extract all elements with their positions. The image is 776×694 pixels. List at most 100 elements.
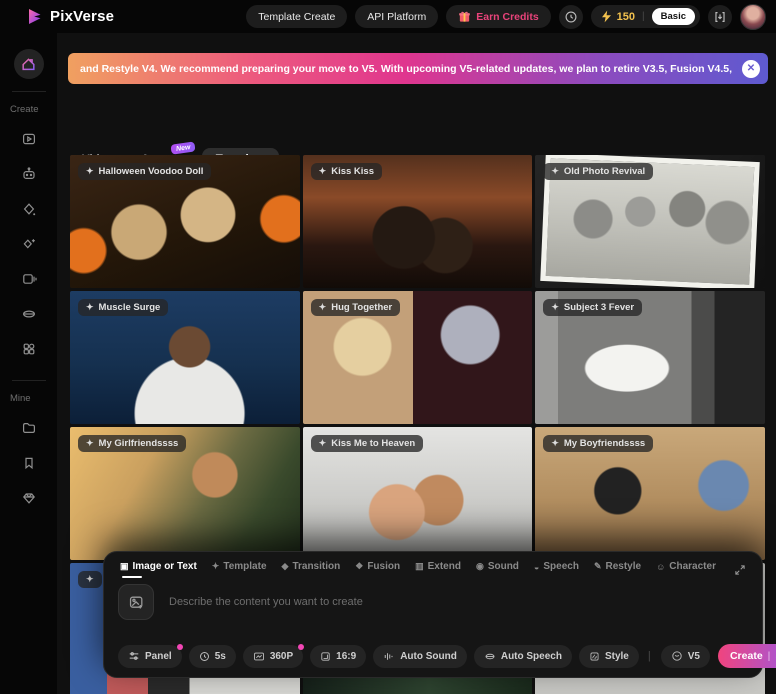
template-card-hug-together[interactable]: ✦ Hug Together	[303, 291, 533, 424]
extend-icon: ▥	[415, 561, 424, 572]
sidebar-item-fusion[interactable]	[14, 229, 44, 259]
sidebar-divider-2	[12, 380, 46, 381]
template-card-subject-3-fever[interactable]: ✦ Subject 3 Fever	[535, 291, 765, 424]
agent-robot-icon	[21, 166, 37, 182]
sidebar-item-character[interactable]	[14, 334, 44, 364]
sidebar-item-assets[interactable]	[14, 413, 44, 443]
prompt-input[interactable]	[167, 595, 748, 609]
brand-logo[interactable]: PixVerse	[28, 8, 114, 25]
api-platform-button[interactable]: API Platform	[355, 5, 438, 28]
auto-speech-toggle[interactable]: Auto Speech	[474, 645, 572, 668]
model-selector[interactable]: V5	[661, 645, 710, 668]
lightning-icon	[601, 10, 612, 23]
credits-count: 150	[617, 11, 635, 23]
panel-tab-template[interactable]: ✦ Template	[212, 561, 267, 578]
panel-toggle-button[interactable]: Panel	[118, 645, 182, 668]
panel-tab-restyle[interactable]: ✎ Restyle	[594, 561, 641, 578]
sidebar-item-favorites[interactable]	[14, 448, 44, 478]
panel-tab-label: Character	[669, 561, 716, 572]
panel-tab-image-or-text[interactable]: ▣ Image or Text	[120, 561, 197, 578]
create-button[interactable]: Create | 20	[718, 644, 776, 668]
sparkle-icon: ✦	[86, 166, 94, 177]
generation-controls: Panel 5s 360P	[118, 644, 750, 668]
panel-tab-transition[interactable]: ◆ Transition	[282, 561, 341, 578]
resolution-selector[interactable]: 360P	[243, 645, 303, 668]
create-label: Create	[730, 650, 763, 662]
upload-image-button[interactable]	[118, 584, 154, 620]
sparkle-icon: ✦	[551, 166, 559, 177]
bookmark-icon	[21, 455, 37, 471]
earn-credits-button[interactable]: Earn Credits	[446, 5, 550, 28]
sidebar-item-extend[interactable]	[14, 264, 44, 294]
credits-balance[interactable]: 150 | Basic	[591, 5, 700, 28]
sparkle-icon: ✦	[319, 438, 327, 449]
new-badge: New	[171, 141, 197, 154]
notification-dot	[298, 644, 304, 650]
gift-icon	[458, 10, 471, 23]
speech-lips-icon	[484, 651, 496, 662]
template-create-button[interactable]: Template Create	[246, 5, 347, 28]
create-panel: ▣ Image or Text ✦ Template ◆ Transition …	[103, 551, 763, 678]
download-app-button[interactable]	[708, 5, 732, 29]
clock-icon	[199, 651, 210, 662]
template-label-pill: ✦ Halloween Voodoo Doll	[78, 163, 211, 180]
panel-tab-fusion[interactable]: ❖ Fusion	[355, 561, 400, 578]
sidebar-item-video[interactable]	[14, 124, 44, 154]
panel-tab-label: Template	[223, 561, 266, 572]
sparkle-icon: ✦	[86, 438, 94, 449]
template-label-pill: ✦ My Girlfriendssss	[78, 435, 186, 452]
sidebar-mine-label: Mine	[10, 393, 31, 404]
top-bar: PixVerse Template Create API Platform Ea…	[0, 0, 776, 33]
sidebar-item-home[interactable]	[14, 49, 44, 79]
resolution-label: 360P	[270, 651, 293, 662]
sparkle-icon: ✦	[86, 302, 94, 313]
aspect-ratio-selector[interactable]: 16:9	[310, 645, 366, 668]
video-create-icon	[21, 131, 37, 147]
sparkle-icon: ✦	[551, 302, 559, 313]
sidebar-item-transition[interactable]	[14, 194, 44, 224]
template-label-pill: ✦ Subject 3 Fever	[543, 299, 642, 316]
auto-sound-toggle[interactable]: Auto Sound	[373, 645, 467, 668]
sidebar-item-membership[interactable]	[14, 483, 44, 513]
expand-panel-button[interactable]	[734, 564, 746, 576]
brand-name: PixVerse	[50, 8, 114, 25]
template-card-halloween-voodoo-doll[interactable]: ✦ Halloween Voodoo Doll	[70, 155, 300, 288]
template-card-muscle-surge[interactable]: ✦ Muscle Surge	[70, 291, 300, 424]
template-card-kiss-kiss[interactable]: ✦ Kiss Kiss	[303, 155, 533, 288]
sparkle-icon: ✦	[551, 438, 559, 449]
template-card-old-photo-revival[interactable]: ✦ Old Photo Revival	[535, 155, 765, 288]
speech-icon: ◒	[534, 562, 539, 572]
style-selector[interactable]: Style	[579, 645, 639, 668]
sound-wave-icon	[383, 651, 395, 662]
credits-divider: |	[642, 11, 645, 22]
user-avatar[interactable]	[740, 4, 766, 30]
template-label: My Boyfriendssss	[564, 438, 645, 449]
sidebar-item-agent[interactable]	[14, 159, 44, 189]
panel-tab-extend[interactable]: ▥ Extend	[415, 561, 461, 578]
fusion-icon: ❖	[355, 561, 363, 572]
controls-divider: |	[648, 650, 651, 662]
template-label-pill: ✦ Hug Together	[311, 299, 401, 316]
home-icon	[20, 56, 37, 73]
duration-selector[interactable]: 5s	[189, 645, 236, 668]
template-card-my-boyfriendssss[interactable]: ✦ My Boyfriendssss	[535, 427, 765, 560]
template-card-kiss-me-to-heaven[interactable]: ✦ Kiss Me to Heaven	[303, 427, 533, 560]
image-icon: ▣	[120, 561, 129, 572]
sparkle-icon: ✦	[319, 166, 327, 177]
template-label: Old Photo Revival	[564, 166, 645, 177]
template-card-my-girlfriendssss[interactable]: ✦ My Girlfriendssss	[70, 427, 300, 560]
panel-tab-character[interactable]: ☺ Character	[656, 561, 716, 578]
banner-message-right: With upcoming V5-related updates, we pla…	[381, 63, 732, 75]
plan-badge[interactable]: Basic	[652, 8, 695, 25]
panel-tab-label: Image or Text	[133, 561, 197, 572]
fusion-icon	[21, 236, 37, 252]
sparkle-icon: ✦	[86, 574, 94, 585]
panel-tab-sound[interactable]: ◉ Sound	[476, 561, 519, 578]
panel-tab-speech[interactable]: ◒ Speech	[534, 561, 579, 578]
sliders-icon	[128, 650, 140, 662]
transition-icon	[21, 201, 37, 217]
sidebar-item-lipsync[interactable]	[14, 299, 44, 329]
history-button[interactable]	[559, 5, 583, 29]
create-panel-tabs: ▣ Image or Text ✦ Template ◆ Transition …	[104, 552, 762, 578]
banner-close-button[interactable]: ✕	[742, 60, 760, 78]
